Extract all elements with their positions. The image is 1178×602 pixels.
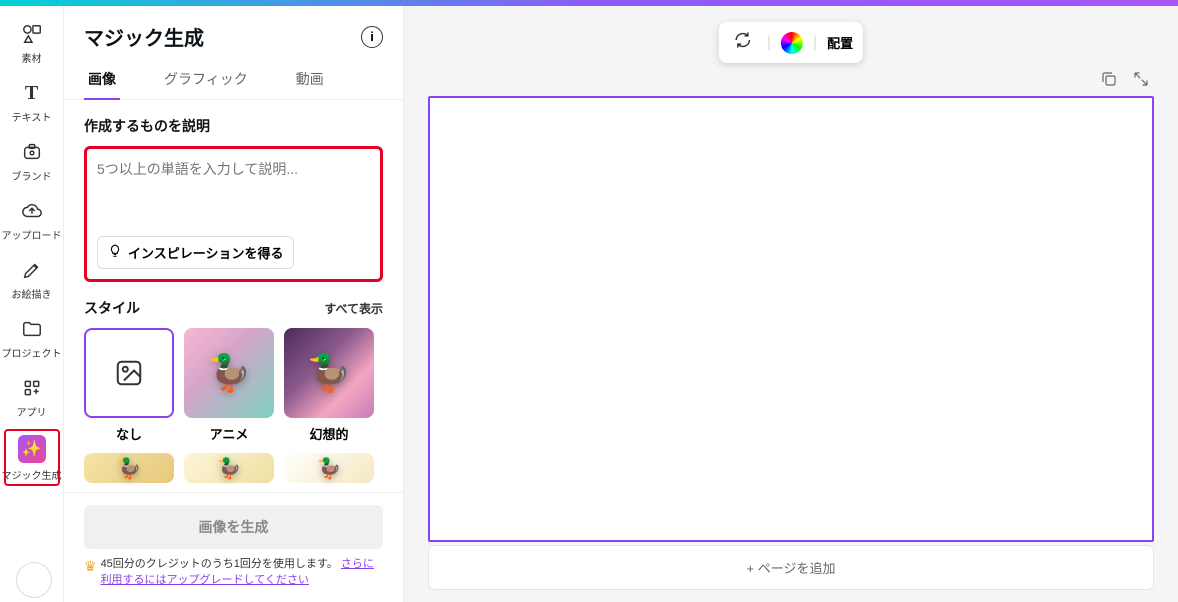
help-fab[interactable]	[16, 562, 52, 598]
inspiration-label: インスピレーションを得る	[128, 243, 283, 262]
refresh-button[interactable]	[729, 28, 757, 57]
style-option-fantasy[interactable]: 🦆 幻想的	[284, 328, 374, 443]
rail-item-upload[interactable]: アップロード	[2, 191, 62, 248]
rail-label: 素材	[22, 50, 42, 65]
inspiration-button[interactable]: インスピレーションを得る	[97, 236, 294, 269]
rail-label: マジック生成	[2, 467, 62, 482]
extra-thumb: 🦆	[184, 453, 274, 483]
rail-label: プロジェクト	[2, 345, 62, 360]
style-name: なし	[116, 424, 142, 443]
bulb-icon	[108, 244, 122, 261]
none-thumb	[84, 328, 174, 418]
apps-icon	[20, 376, 44, 400]
describe-label: 作成するものを説明	[84, 116, 383, 136]
show-all-link[interactable]: すべて表示	[324, 300, 383, 317]
rail-item-brand[interactable]: ブランド	[2, 132, 62, 189]
rail-item-apps[interactable]: アプリ	[2, 368, 62, 425]
style-label: スタイル	[84, 298, 140, 318]
color-picker[interactable]	[781, 32, 803, 54]
panel-title: マジック生成	[84, 22, 204, 51]
anime-thumb: 🦆	[184, 328, 274, 418]
style-option-extra-2[interactable]: 🦆	[184, 453, 274, 483]
separator: |	[813, 34, 817, 52]
rail-item-draw[interactable]: お絵描き	[2, 250, 62, 307]
rail-label: アップロード	[2, 227, 62, 242]
cloud-upload-icon	[20, 199, 44, 223]
position-button[interactable]: 配置	[827, 33, 853, 52]
info-icon[interactable]: i	[361, 26, 383, 48]
magic-wand-icon: ✨	[18, 435, 46, 463]
rail-label: お絵描き	[12, 286, 52, 301]
style-option-none[interactable]: なし	[84, 328, 174, 443]
canvas-area: | | 配置 + ページを追加	[404, 6, 1178, 602]
rail-item-text[interactable]: T テキスト	[2, 73, 62, 130]
brand-icon	[20, 140, 44, 164]
crown-icon: ♛	[84, 557, 97, 577]
credits-text: ♛ 45回分のクレジットのうち1回分を使用します。 さらに利用するにはアップグレ…	[84, 557, 383, 588]
rail-label: テキスト	[12, 109, 52, 124]
separator: |	[767, 34, 771, 52]
text-icon: T	[20, 81, 44, 105]
rail-label: アプリ	[17, 404, 47, 419]
fantasy-thumb: 🦆	[284, 328, 374, 418]
style-name: 幻想的	[309, 424, 348, 443]
rail-item-magic-generate[interactable]: ✨ マジック生成	[2, 427, 62, 488]
rail-label: ブランド	[12, 168, 52, 183]
shapes-icon	[20, 22, 44, 46]
canvas-toolbar: | | 配置	[719, 22, 863, 63]
expand-icon[interactable]	[1132, 70, 1150, 93]
generate-button[interactable]: 画像を生成	[84, 505, 383, 549]
panel-tabs: 画像 グラフィック 動画	[64, 59, 403, 100]
folder-icon	[20, 317, 44, 341]
tab-image[interactable]: 画像	[84, 59, 120, 99]
left-rail: 素材 T テキスト ブランド アップロード お絵描き	[0, 6, 64, 602]
style-option-extra-1[interactable]: 🦆	[84, 453, 174, 483]
magic-panel: マジック生成 i 画像 グラフィック 動画 作成するものを説明 インスピレーショ…	[64, 6, 404, 602]
credits-msg: 45回分のクレジットのうち1回分を使用します。	[101, 558, 338, 570]
extra-thumb: 🦆	[284, 453, 374, 483]
rail-item-projects[interactable]: プロジェクト	[2, 309, 62, 366]
style-option-anime[interactable]: 🦆 アニメ	[184, 328, 274, 443]
canvas-frame[interactable]	[428, 96, 1154, 542]
canvas-actions	[1100, 70, 1150, 93]
extra-thumb: 🦆	[84, 453, 174, 483]
prompt-highlight-box: インスピレーションを得る	[84, 146, 383, 282]
style-option-extra-3[interactable]: 🦆	[284, 453, 374, 483]
add-page-button[interactable]: + ページを追加	[428, 545, 1154, 590]
duplicate-icon[interactable]	[1100, 70, 1118, 93]
tab-video[interactable]: 動画	[292, 59, 328, 99]
prompt-input[interactable]	[97, 159, 370, 207]
tab-graphic[interactable]: グラフィック	[160, 59, 252, 99]
pencil-icon	[20, 258, 44, 282]
style-name: アニメ	[210, 424, 249, 443]
rail-item-elements[interactable]: 素材	[2, 14, 62, 71]
